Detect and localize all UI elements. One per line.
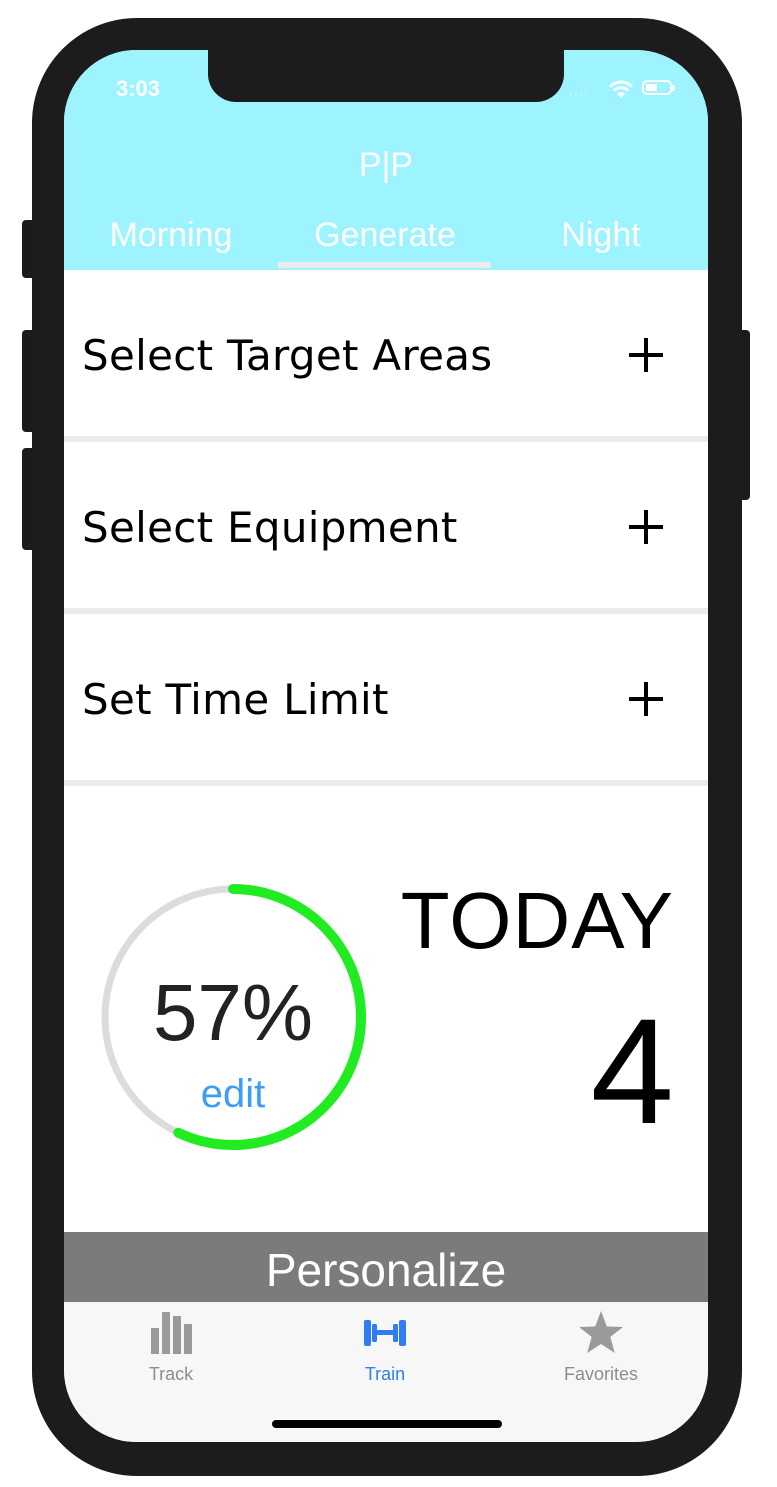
set-time-limit-row[interactable]: Set Time Limit — [64, 614, 708, 786]
tab-label: Favorites — [563, 1364, 639, 1384]
star-icon — [579, 1311, 623, 1353]
tab-morning[interactable]: Morning — [64, 216, 278, 255]
plus-icon[interactable] — [629, 682, 663, 716]
select-equipment-row[interactable]: Select Equipment — [64, 442, 708, 614]
battery-icon — [642, 80, 675, 95]
signal-dots: .... — [569, 82, 589, 98]
plus-icon[interactable] — [629, 510, 663, 544]
tab-generate[interactable]: Generate — [278, 216, 492, 255]
tab-label: Track — [148, 1364, 194, 1384]
plus-icon[interactable] — [629, 338, 663, 372]
dumbbell-icon — [364, 1320, 406, 1346]
home-indicator — [272, 1420, 502, 1428]
tab-track[interactable]: Track — [64, 1310, 278, 1384]
wifi-icon — [609, 80, 633, 98]
select-target-areas-row[interactable]: Select Target Areas — [64, 270, 708, 442]
status-time: 3:03 — [116, 76, 161, 101]
tab-label: Train — [364, 1364, 406, 1384]
tab-selected-indicator — [278, 262, 491, 268]
row-label: Select Target Areas — [82, 331, 493, 380]
progress-percent: 57% — [152, 968, 314, 1057]
personalize-button[interactable]: Personalize — [64, 1232, 708, 1302]
row-label: Set Time Limit — [82, 675, 389, 724]
tab-night[interactable]: Night — [494, 216, 708, 255]
phone-screen: 3:03 .... P|P Morning Generate Night Sel… — [64, 50, 708, 1442]
edit-link[interactable]: edit — [100, 1072, 366, 1117]
bar-chart-icon — [151, 1312, 192, 1354]
today-label: TODAY — [400, 876, 674, 965]
tab-favorites[interactable]: Favorites — [494, 1310, 708, 1384]
tab-train[interactable]: Train — [278, 1310, 492, 1384]
row-label: Select Equipment — [82, 503, 458, 552]
app-title: P|P — [358, 146, 414, 184]
today-count: 4 — [590, 987, 674, 1155]
notch — [208, 50, 564, 102]
